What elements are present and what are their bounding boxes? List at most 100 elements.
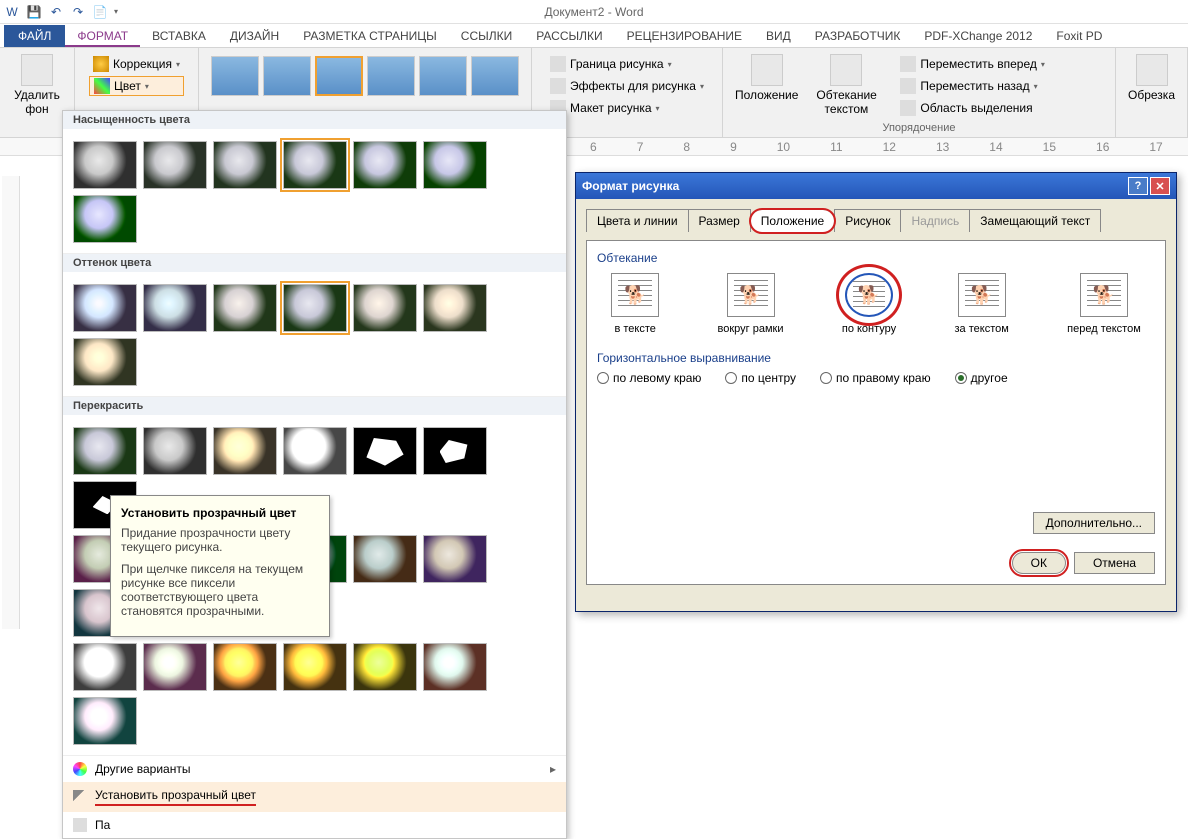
bring-fwd-label: Переместить вперед [920,57,1036,71]
picture-border-button[interactable]: Граница рисунка▾ [546,54,708,74]
recolor-thumb[interactable] [353,643,417,691]
saturation-thumb[interactable] [353,141,417,189]
corrections-icon [93,56,109,72]
chevron-right-icon: ▸ [550,762,556,776]
tab-file[interactable]: ФАЙЛ [4,25,65,47]
recolor-thumb[interactable] [143,427,207,475]
style-thumb[interactable] [471,56,519,96]
halign-other-label: другое [971,371,1008,385]
style-thumb[interactable] [263,56,311,96]
remove-background-button[interactable]: Удалить фон [8,52,66,118]
dialog-tab-colors[interactable]: Цвета и линии [586,209,689,232]
tone-thumb[interactable] [423,284,487,332]
wrap-options: 🐕 в тексте 🐕 вокруг рамки 🐕 по контуру 🐕… [597,273,1155,335]
wrap-behind-option[interactable]: 🐕 за текстом [955,273,1009,335]
dialog-help-button[interactable]: ? [1128,177,1148,195]
wrap-square-option[interactable]: 🐕 вокруг рамки [718,273,784,335]
tone-thumb[interactable] [213,284,277,332]
dialog-close-button[interactable]: ✕ [1150,177,1170,195]
corrections-button[interactable]: Коррекция ▾ [89,54,184,74]
wrap-tight-option[interactable]: 🐕 по контуру [842,273,896,335]
style-thumb[interactable] [419,56,467,96]
ok-button[interactable]: ОК [1012,552,1066,574]
recolor-thumb[interactable] [213,427,277,475]
tone-thumb[interactable] [283,284,347,332]
wrap-inline-option[interactable]: 🐕 в тексте [611,273,659,335]
wrap-text-button[interactable]: Обтекание текстом [812,52,880,120]
tab-view[interactable]: ВИД [754,25,803,47]
bring-forward-button[interactable]: Переместить вперед▾ [896,54,1049,74]
saturation-thumb[interactable] [73,141,137,189]
remove-bg-icon [21,54,53,86]
dropdown-arrow-icon: ▾ [145,82,149,91]
dialog-titlebar[interactable]: Формат рисунка ? ✕ [576,173,1176,199]
picture-effects-button[interactable]: Эффекты для рисунка▾ [546,76,708,96]
tab-foxit[interactable]: Foxit PD [1044,25,1114,47]
saturation-thumb[interactable] [213,141,277,189]
qat-customize-arrow[interactable]: ▾ [114,7,118,16]
saturation-thumb[interactable] [143,141,207,189]
picture-format-options-item[interactable]: Па [63,812,566,838]
color-button[interactable]: Цвет ▾ [89,76,184,96]
style-thumb[interactable] [211,56,259,96]
recolor-thumb[interactable] [423,643,487,691]
crop-button[interactable]: Обрезка [1124,52,1179,104]
dialog-tab-caption: Надпись [900,209,970,232]
halign-left-radio[interactable]: по левому краю [597,371,701,385]
recolor-thumb[interactable] [353,427,417,475]
tone-thumb[interactable] [73,338,137,386]
send-backward-button[interactable]: Переместить назад▾ [896,76,1049,96]
recolor-thumb[interactable] [73,427,137,475]
recolor-thumb[interactable] [423,535,487,583]
undo-icon[interactable]: ↶ [48,4,64,20]
tab-review[interactable]: РЕЦЕНЗИРОВАНИЕ [615,25,754,47]
cancel-button[interactable]: Отмена [1074,552,1155,574]
tone-thumb[interactable] [353,284,417,332]
halign-other-radio[interactable]: другое [955,371,1008,385]
tab-format[interactable]: ФОРМАТ [65,25,140,47]
quick-access-toolbar: W 💾 ↶ ↷ 📄 ▾ [4,4,118,20]
halign-center-radio[interactable]: по центру [725,371,796,385]
halign-right-radio[interactable]: по правому краю [820,371,931,385]
tab-developer[interactable]: РАЗРАБОТЧИК [803,25,913,47]
recolor-thumb[interactable] [353,535,417,583]
recolor-thumb[interactable] [73,697,137,745]
ruler-mark: 11 [830,140,842,154]
dialog-tab-size[interactable]: Размер [688,209,751,232]
saturation-thumb[interactable] [423,141,487,189]
saturation-thumb[interactable] [283,141,347,189]
recolor-thumb[interactable] [213,643,277,691]
tab-design[interactable]: ДИЗАЙН [218,25,291,47]
more-variants-item[interactable]: Другие варианты ▸ [63,756,566,782]
recolor-thumb[interactable] [423,427,487,475]
style-thumb[interactable] [315,56,363,96]
recolor-thumb[interactable] [143,643,207,691]
set-transparent-color-item[interactable]: Установить прозрачный цвет [63,782,566,812]
tab-mail[interactable]: РАССЫЛКИ [524,25,614,47]
dialog-tab-picture[interactable]: Рисунок [834,209,901,232]
tab-refs[interactable]: ССЫЛКИ [449,25,524,47]
corrections-label: Коррекция [113,57,172,71]
advanced-button[interactable]: Дополнительно... [1033,512,1155,534]
tab-insert[interactable]: ВСТАВКА [140,25,218,47]
remove-bg-label: Удалить фон [12,88,62,116]
tone-thumb[interactable] [73,284,137,332]
recolor-thumb[interactable] [73,643,137,691]
picture-layout-button[interactable]: Макет рисунка▾ [546,98,708,118]
save-icon[interactable]: 💾 [26,4,42,20]
dialog-tab-alttext[interactable]: Замещающий текст [969,209,1101,232]
saturation-thumb[interactable] [73,195,137,243]
dialog-tab-position[interactable]: Положение [750,209,835,233]
tab-pdf-xchange[interactable]: PDF-XChange 2012 [912,25,1044,47]
wrap-front-option[interactable]: 🐕 перед текстом [1067,273,1141,335]
style-thumb[interactable] [367,56,415,96]
new-doc-icon[interactable]: 📄 [92,4,108,20]
style-gallery[interactable] [207,52,523,100]
tab-layout[interactable]: РАЗМЕТКА СТРАНИЦЫ [291,25,449,47]
recolor-thumb[interactable] [283,427,347,475]
redo-icon[interactable]: ↷ [70,4,86,20]
selection-pane-button[interactable]: Область выделения [896,98,1049,118]
recolor-thumb[interactable] [283,643,347,691]
tone-thumb[interactable] [143,284,207,332]
position-button[interactable]: Положение [731,52,802,120]
